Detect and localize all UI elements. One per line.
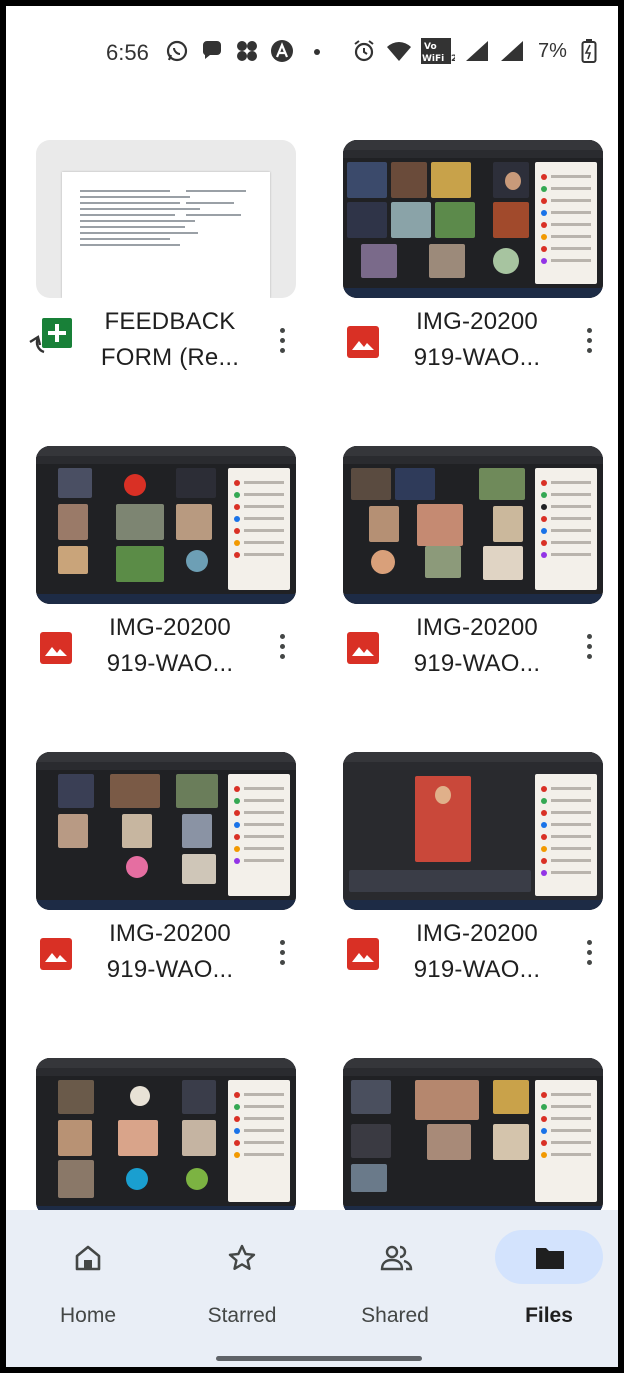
file-name-line2: 919-WAO... [106,650,234,677]
sheets-sync-icon [29,318,72,358]
star-icon [227,1243,257,1273]
file-name-line1: IMG-20200 [109,920,231,947]
home-icon [73,1243,103,1273]
vowifi-icon: Vo WiFi 2 [421,38,455,64]
video-call-screenshot [343,446,603,604]
image-file-icon [347,938,379,970]
signal-icon [464,38,490,64]
nav-label: Home [59,1304,117,1327]
system-icons: Vo WiFi 2 7% [351,38,602,64]
file-name-line2: 919-WAO... [413,650,541,677]
video-call-screenshot [36,752,296,910]
more-options-button[interactable] [577,626,601,666]
video-call-screenshot [36,446,296,604]
more-options-button[interactable] [270,932,294,972]
file-name-line1: IMG-20200 [416,308,538,335]
file-thumbnail[interactable] [36,140,296,298]
more-options-button[interactable] [270,626,294,666]
file-name[interactable]: IMG-20200 919-WAO... [100,916,240,988]
nav-item-starred[interactable]: Starred [188,1230,308,1330]
file-name-line1: FEEDBACK [104,308,236,335]
notification-icons [164,38,330,64]
nav-item-files[interactable]: Files [495,1230,615,1330]
signal-icon [499,38,525,64]
more-options-button[interactable] [577,932,601,972]
svg-text:2: 2 [451,54,455,64]
nav-label: Starred [207,1304,277,1327]
status-time: 6:56 [106,40,149,65]
alarm-icon [351,38,377,64]
bottom-navigation: Home Starred Shared Files [6,1210,618,1367]
home-indicator-bar[interactable] [216,1356,422,1361]
file-thumbnail[interactable] [343,752,603,910]
image-file-icon [40,632,72,664]
vowifi-text-top: Vo [424,42,437,52]
vowifi-text-bottom: WiFi [422,54,444,64]
battery-icon [576,38,602,64]
file-name-line2: 919-WAO... [413,344,541,371]
fan-icon [234,38,260,64]
nav-item-shared[interactable]: Shared [341,1230,461,1330]
file-name-line1: IMG-20200 [416,920,538,947]
video-call-screenshot [343,1058,603,1216]
image-file-icon [40,938,72,970]
nav-item-home[interactable]: Home [34,1230,154,1330]
video-call-screenshot [343,752,603,910]
file-thumbnail[interactable] [36,1058,296,1216]
image-file-icon [347,632,379,664]
file-name[interactable]: IMG-20200 919-WAO... [407,610,547,682]
phone-screen: 6:56 Vo WiFi 2 7% FEEDBACK FORM (Re... I… [6,6,618,1367]
nav-label: Shared [361,1304,429,1327]
file-thumbnail[interactable] [343,1058,603,1216]
a-circle-icon [269,38,295,64]
video-call-screenshot [343,140,603,298]
wifi-icon [386,38,412,64]
file-name-line2: 919-WAO... [106,956,234,983]
folder-icon [534,1243,564,1273]
file-name-line1: IMG-20200 [416,614,538,641]
file-name[interactable]: IMG-20200 919-WAO... [100,610,240,682]
battery-percent: 7% [538,39,567,62]
chat-bubble-icon [199,38,225,64]
people-icon [380,1243,413,1273]
file-thumbnail[interactable] [343,446,603,604]
more-options-button[interactable] [577,320,601,360]
file-name-line2: FORM (Re... [100,344,240,371]
file-name-line1: IMG-20200 [109,614,231,641]
whatsapp-icon [164,38,190,64]
file-thumbnail[interactable] [36,752,296,910]
file-thumbnail[interactable] [36,446,296,604]
file-name[interactable]: IMG-20200 919-WAO... [407,304,547,376]
video-call-screenshot [36,1058,296,1216]
file-name[interactable]: IMG-20200 919-WAO... [407,916,547,988]
file-name[interactable]: FEEDBACK FORM (Re... [100,304,240,376]
nav-label: Files [525,1304,573,1327]
more-options-button[interactable] [270,320,294,360]
status-bar: 6:56 Vo WiFi 2 7% [6,6,618,98]
dot-icon [304,38,330,64]
file-thumbnail[interactable] [343,140,603,298]
image-file-icon [347,326,379,358]
file-name-line2: 919-WAO... [413,956,541,983]
document-preview [62,172,270,298]
